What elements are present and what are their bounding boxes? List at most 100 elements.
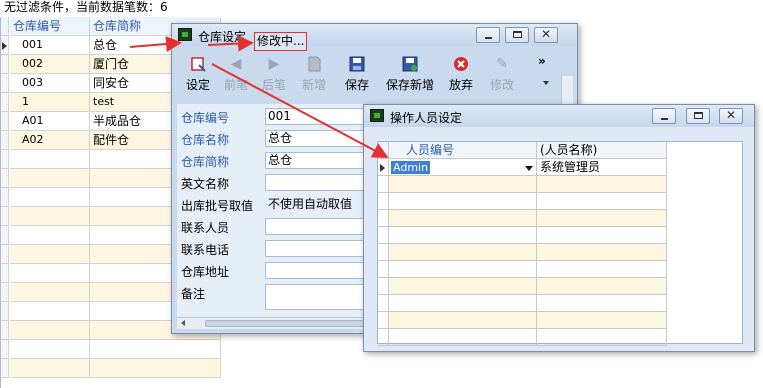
field-label: 仓库地址 bbox=[181, 265, 230, 279]
batch-number-select[interactable]: 不使用自动取值 bbox=[265, 196, 367, 213]
field-label: 联系电话 bbox=[181, 243, 230, 257]
maximize-button[interactable] bbox=[505, 27, 529, 43]
current-row-indicator-icon bbox=[380, 164, 385, 172]
empty-row bbox=[1, 359, 221, 378]
app-icon bbox=[370, 109, 384, 122]
window-titlebar[interactable]: 操作人员设定 ✕ bbox=[364, 105, 754, 127]
scroll-left-icon[interactable] bbox=[181, 320, 185, 326]
address-input[interactable] bbox=[265, 262, 367, 279]
settings-button[interactable]: 设定 bbox=[177, 53, 219, 97]
field-row: 仓库地址 bbox=[177, 260, 367, 282]
window-title: 操作人员设定 bbox=[390, 111, 463, 125]
edit-tools-icon: ✎ bbox=[496, 56, 508, 72]
operator-name-cell[interactable]: 系统管理员 bbox=[537, 159, 667, 176]
arrow-left-icon: ◀ bbox=[230, 56, 242, 72]
close-icon: ✕ bbox=[725, 108, 737, 122]
operator-code-dropdown[interactable]: Admin bbox=[389, 159, 537, 176]
column-header-code[interactable]: 仓库编号 bbox=[10, 17, 90, 36]
chevron-down-icon[interactable] bbox=[525, 166, 533, 171]
field-label: 联系人员 bbox=[181, 221, 230, 235]
next-record-button[interactable]: ▶ 后笔 bbox=[253, 53, 295, 97]
field-row: 仓库编号 001 bbox=[177, 106, 367, 128]
empty-row bbox=[378, 329, 744, 346]
save-button[interactable]: 保存 bbox=[336, 53, 378, 97]
field-row: 联系人员 bbox=[177, 216, 367, 238]
operator-code-value[interactable]: Admin bbox=[391, 161, 431, 174]
discard-button[interactable]: 放弃 bbox=[440, 53, 482, 97]
contact-person-input[interactable] bbox=[265, 218, 367, 235]
warehouse-form: 仓库编号 001 仓库名称 总仓 仓库简称 总仓 英文名称 出库批号取值 不使用… bbox=[177, 104, 367, 317]
save-icon bbox=[349, 56, 365, 72]
window-title: 仓库设定 bbox=[198, 30, 247, 44]
minimize-icon bbox=[485, 37, 492, 39]
maximize-button[interactable] bbox=[686, 108, 710, 124]
settings-icon bbox=[190, 56, 206, 72]
vertical-scrollbar[interactable] bbox=[561, 76, 573, 106]
app-icon bbox=[178, 28, 192, 41]
new-document-icon bbox=[306, 56, 322, 72]
field-label: 仓库编号 bbox=[181, 111, 230, 125]
column-header-operator-name[interactable]: (人员名称) bbox=[537, 142, 667, 159]
empty-row bbox=[1, 340, 221, 359]
field-label: 仓库简称 bbox=[181, 155, 230, 169]
field-row: 备注 bbox=[177, 282, 367, 310]
current-row-indicator-icon bbox=[2, 42, 7, 50]
window-titlebar[interactable]: 仓库设定 ✕ bbox=[172, 24, 577, 46]
edit-mode-badge: 修改中... bbox=[254, 32, 308, 51]
empty-row bbox=[378, 193, 744, 210]
minimize-icon bbox=[661, 118, 668, 120]
arrow-right-icon: ▶ bbox=[268, 56, 280, 72]
english-name-input[interactable] bbox=[265, 174, 367, 191]
empty-row bbox=[378, 176, 744, 193]
maximize-icon bbox=[694, 112, 703, 119]
save-and-new-button[interactable]: 保存新增 bbox=[382, 53, 438, 97]
horizontal-scrollbar[interactable] bbox=[177, 317, 367, 329]
toolbar-dropdown-icon[interactable] bbox=[543, 81, 549, 85]
empty-row bbox=[378, 278, 744, 295]
maximize-icon bbox=[513, 31, 522, 38]
cell-code[interactable]: A02 bbox=[10, 131, 90, 150]
field-label: 仓库名称 bbox=[181, 133, 230, 147]
scrollbar-thumb[interactable] bbox=[205, 320, 365, 327]
warehouse-code-input[interactable]: 001 bbox=[265, 108, 367, 125]
save-new-icon bbox=[402, 56, 418, 72]
table-row[interactable]: Admin 系统管理员 bbox=[378, 159, 744, 176]
operator-grid[interactable]: 人员编号 (人员名称) Admin 系统管理员 bbox=[377, 141, 744, 346]
toolbar-overflow-button[interactable]: » bbox=[538, 54, 546, 68]
empty-row bbox=[378, 227, 744, 244]
field-label: 出库批号取值 bbox=[181, 199, 254, 213]
modify-button[interactable]: ✎ 修改 bbox=[481, 53, 523, 97]
grid-header-row: 人员编号 (人员名称) bbox=[378, 142, 744, 159]
previous-record-button[interactable]: ◀ 前笔 bbox=[215, 53, 257, 97]
status-text: 无过滤条件，当前数据笔数：6 bbox=[4, 0, 168, 14]
empty-row bbox=[378, 312, 744, 329]
remarks-textarea[interactable] bbox=[265, 284, 367, 310]
warehouse-name-input[interactable]: 总仓 bbox=[265, 130, 367, 147]
close-icon: ✕ bbox=[540, 27, 552, 41]
field-row: 出库批号取值 不使用自动取值 bbox=[177, 194, 367, 216]
close-button[interactable]: ✕ bbox=[719, 108, 743, 124]
toolbar: 设定 ◀ 前笔 ▶ 后笔 新增 保存 保存新增 放弃 ✎ 修改 bbox=[177, 51, 561, 97]
cell-code[interactable]: 1 bbox=[10, 93, 90, 112]
empty-row bbox=[378, 210, 744, 227]
minimize-button[interactable] bbox=[476, 27, 500, 43]
close-button[interactable]: ✕ bbox=[534, 27, 558, 43]
field-row: 英文名称 bbox=[177, 172, 367, 194]
cell-code[interactable]: A01 bbox=[10, 112, 90, 131]
field-row: 仓库简称 总仓 bbox=[177, 150, 367, 172]
warehouse-short-name-input[interactable]: 总仓 bbox=[265, 152, 367, 169]
field-row: 联系电话 bbox=[177, 238, 367, 260]
field-label: 备注 bbox=[181, 287, 206, 301]
operator-settings-window[interactable]: 操作人员设定 ✕ 人员编号 (人员名称) Admin 系统管理员 bbox=[363, 104, 755, 352]
cell-code[interactable]: 001 bbox=[10, 36, 90, 55]
cell-code[interactable]: 003 bbox=[10, 74, 90, 93]
empty-row bbox=[378, 261, 744, 278]
contact-phone-input[interactable] bbox=[265, 240, 367, 257]
column-header-operator-code[interactable]: 人员编号 bbox=[389, 142, 537, 159]
minimize-button[interactable] bbox=[652, 108, 676, 124]
cell-code[interactable]: 002 bbox=[10, 55, 90, 74]
field-row: 仓库名称 总仓 bbox=[177, 128, 367, 150]
field-label: 英文名称 bbox=[181, 177, 230, 191]
new-button[interactable]: 新增 bbox=[293, 53, 335, 97]
cancel-icon bbox=[453, 56, 469, 72]
